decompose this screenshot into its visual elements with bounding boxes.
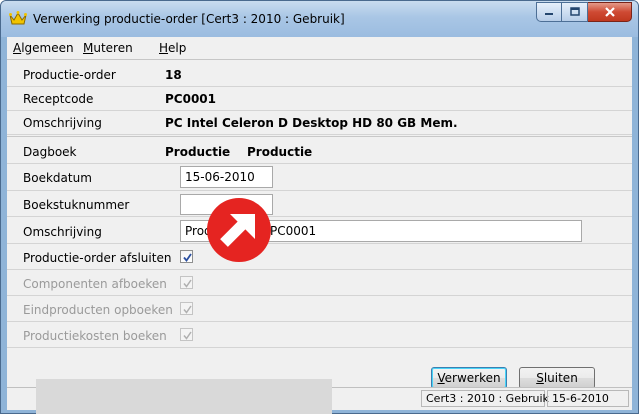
minimize-button[interactable] <box>536 2 562 22</box>
maximize-icon <box>569 7 580 16</box>
menu-muteren-label: Muteren <box>83 41 133 55</box>
dagboek-label: Dagboek <box>23 145 77 159</box>
window-title: Verwerking productie-order [Cert3 : 2010… <box>33 12 345 26</box>
checkmark-icon <box>183 279 192 288</box>
productiekosten-boeken-checkbox[interactable] <box>180 328 193 341</box>
boekdatum-input[interactable]: 15-06-2010 <box>180 166 273 188</box>
row-omschrijving-header: Omschrijving PC Intel Celeron D Desktop … <box>7 111 632 135</box>
eindproducten-opboeken-checkbox[interactable] <box>180 302 193 315</box>
window-controls <box>536 2 632 24</box>
productiekosten-boeken-label: Productiekosten boeken <box>23 329 167 343</box>
row-productie-order: Productie-order 18 <box>7 63 632 87</box>
row-dagboek: Dagboek Productie Productie <box>7 140 632 164</box>
section-divider <box>7 136 632 137</box>
sluiten-button-label: Sluiten <box>536 371 578 385</box>
row-productiekosten-boeken: Productiekosten boeken <box>7 322 632 348</box>
omschrijving-input-text-right: PC0001 <box>270 224 317 238</box>
application-window: Verwerking productie-order [Cert3 : 2010… <box>0 0 639 414</box>
row-receptcode: Receptcode PC0001 <box>7 87 632 111</box>
omschrijving-header-value: PC Intel Celeron D Desktop HD 80 GB Mem. <box>165 116 458 130</box>
close-button[interactable] <box>588 2 632 22</box>
row-componenten-afboeken: Componenten afboeken <box>7 270 632 296</box>
productie-order-label: Productie-order <box>23 68 116 82</box>
checkmark-icon <box>183 305 192 314</box>
menu-bar: Algemeen Muteren Help <box>7 37 632 60</box>
row-boekstuknummer: Boekstuknummer <box>7 191 632 217</box>
menu-help[interactable]: Help <box>159 41 186 55</box>
productie-order-value: 18 <box>165 68 182 82</box>
verwerken-button[interactable]: Verwerken <box>431 367 507 389</box>
menu-algemeen[interactable]: Algemeen <box>13 41 74 55</box>
title-bar[interactable]: Verwerking productie-order [Cert3 : 2010… <box>1 1 638 37</box>
form-panel: Productie-order 18 Receptcode PC0001 Oms… <box>7 60 632 389</box>
boekdatum-label: Boekdatum <box>23 171 92 185</box>
dagboek-code: Productie <box>165 145 231 159</box>
menu-muteren[interactable]: Muteren <box>83 41 133 55</box>
boekstuknummer-label: Boekstuknummer <box>23 198 130 212</box>
arrow-badge-icon <box>207 198 271 262</box>
omschrijving-header-label: Omschrijving <box>23 116 102 130</box>
componenten-afboeken-checkbox[interactable] <box>180 276 193 289</box>
row-boekdatum: Boekdatum 15-06-2010 <box>7 164 632 191</box>
receptcode-value: PC0001 <box>165 92 216 106</box>
menu-help-label: Help <box>159 41 187 55</box>
eindproducten-opboeken-label: Eindproducten opboeken <box>23 303 173 317</box>
minimize-icon <box>545 13 553 15</box>
redaction-overlay <box>36 379 332 414</box>
crown-app-icon <box>9 10 27 26</box>
row-omschrijving: Omschrijving Prod PC0001 <box>7 217 632 244</box>
close-icon <box>604 7 615 17</box>
omschrijving-label: Omschrijving <box>23 225 102 239</box>
maximize-button[interactable] <box>562 2 588 22</box>
componenten-afboeken-label: Componenten afboeken <box>23 277 167 291</box>
productie-order-afsluiten-checkbox[interactable] <box>180 250 193 263</box>
verwerken-button-label: Verwerken <box>437 371 501 385</box>
row-eindproducten-opboeken: Eindproducten opboeken <box>7 296 632 322</box>
checkmark-icon <box>183 331 192 340</box>
menu-algemeen-label: Algemeen <box>13 41 74 55</box>
arrow-up-right-icon <box>220 214 255 247</box>
productie-order-afsluiten-label: Productie-order afsluiten <box>23 251 172 265</box>
row-productie-order-afsluiten: Productie-order afsluiten <box>7 244 632 270</box>
receptcode-label: Receptcode <box>23 92 94 106</box>
status-context: Cert3 : 2010 : Gebruik <box>421 390 549 407</box>
status-date: 15-6-2010 <box>547 390 629 407</box>
dagboek-name: Productie <box>247 145 313 159</box>
checkmark-icon <box>183 253 192 262</box>
sluiten-button[interactable]: Sluiten <box>519 367 595 389</box>
